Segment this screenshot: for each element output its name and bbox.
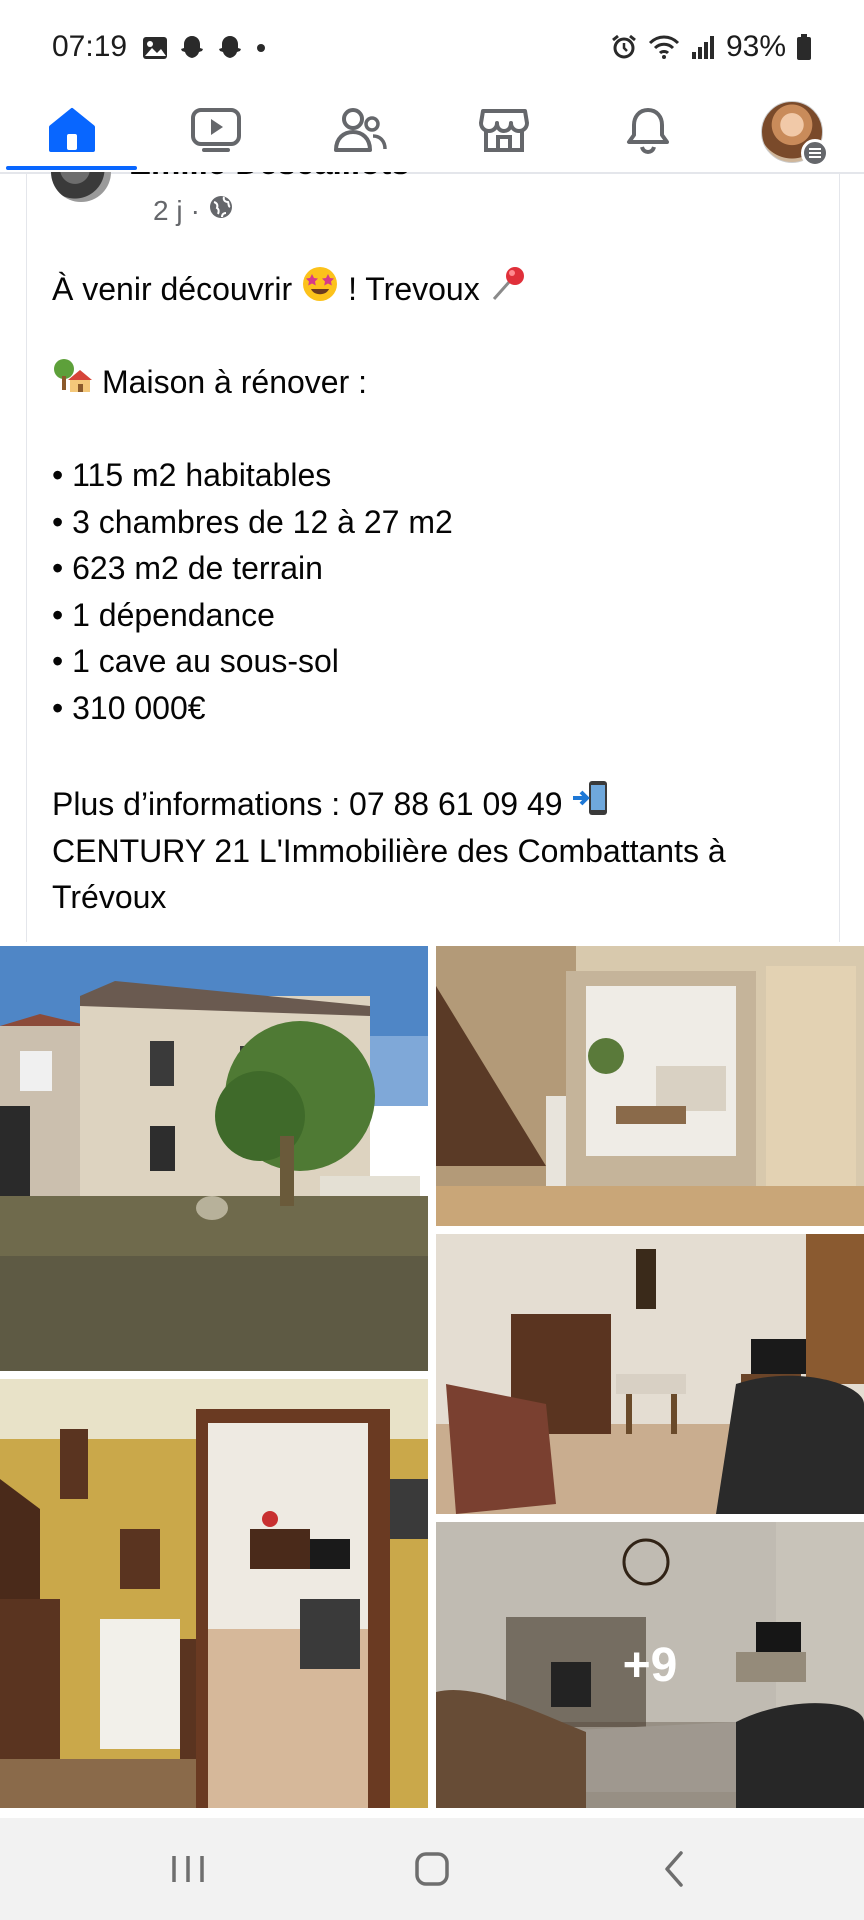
post-line: Plus d’informations : 07 88 61 09 49 — [52, 781, 832, 828]
agency-line: CENTURY 21 L'Immobilière des Combattants… — [52, 832, 726, 869]
photo-house-exterior[interactable] — [0, 946, 428, 1371]
post-card: Emilie Descaillots 2 j · À venir découvr… — [26, 172, 840, 942]
bullet-item: • 1 dépendance — [52, 596, 275, 633]
marketplace-icon — [478, 107, 530, 158]
tab-home[interactable] — [0, 92, 144, 172]
home-button[interactable] — [402, 1846, 462, 1892]
tab-marketplace[interactable] — [432, 92, 576, 172]
status-time: 07:19 — [52, 30, 128, 63]
back-button[interactable] — [644, 1846, 704, 1892]
gallery-icon — [142, 36, 168, 60]
home-icon — [47, 107, 97, 158]
post-header: Emilie Descaillots 2 j · — [51, 172, 811, 244]
photo-fireplace-more[interactable]: +9 — [436, 1522, 864, 1808]
system-navigation-bar — [0, 1818, 864, 1920]
bullet-item: • 623 m2 de terrain — [52, 550, 323, 586]
agency-line: Trévoux — [52, 879, 167, 915]
menu-icon — [801, 139, 829, 167]
tab-friends[interactable] — [288, 92, 432, 172]
bullet-item: • 1 cave au sous-sol — [52, 643, 339, 679]
recent-apps-button[interactable] — [158, 1846, 218, 1892]
post-text: À venir découvrir ! Trevoux Maison à rén… — [52, 266, 832, 921]
alarm-icon — [610, 33, 638, 61]
mobile-phone-arrow-icon — [571, 778, 611, 831]
status-bar: 07:19 93% — [0, 0, 864, 92]
post-line: Maison à rénover : — [52, 359, 832, 406]
wifi-icon — [648, 34, 680, 60]
bullet-item: • 3 chambres de 12 à 27 m2 — [52, 503, 453, 540]
bell-icon — [624, 106, 672, 159]
post-meta: 2 j · — [153, 194, 234, 227]
star-struck-emoji-icon — [300, 263, 340, 316]
dot-icon — [254, 41, 268, 55]
post-line: À venir découvrir ! Trevoux — [52, 266, 832, 313]
top-navigation — [0, 92, 864, 174]
tab-notifications[interactable] — [576, 92, 720, 172]
tab-watch[interactable] — [144, 92, 288, 172]
photo-grid: +9 — [0, 946, 864, 1808]
snapchat-icon — [216, 34, 244, 62]
author-avatar[interactable] — [51, 172, 111, 202]
author-name[interactable]: Emilie Descaillots — [129, 172, 410, 182]
photo-hallway[interactable] — [0, 1379, 428, 1808]
photo-dining-room[interactable] — [436, 1234, 864, 1514]
bullet-item: • 310 000€ — [52, 689, 206, 726]
snapchat-icon — [178, 34, 206, 62]
battery-level: 93% — [725, 30, 786, 63]
battery-icon — [796, 33, 812, 61]
contact-text[interactable]: Plus d’informations : 07 88 61 09 49 — [52, 781, 563, 828]
active-tab-indicator — [6, 166, 137, 170]
photo-living-stairs[interactable] — [436, 946, 864, 1226]
globe-icon — [208, 194, 234, 227]
more-photos-count: +9 — [436, 1522, 864, 1808]
pin-icon — [488, 263, 528, 316]
tab-menu[interactable] — [720, 92, 864, 172]
post-time[interactable]: 2 j — [153, 195, 183, 227]
signal-icon — [690, 34, 716, 60]
friends-icon — [333, 107, 387, 158]
bullet-item: • 115 m2 habitables — [52, 457, 332, 493]
house-with-garden-icon — [52, 356, 92, 409]
video-icon — [190, 107, 242, 158]
